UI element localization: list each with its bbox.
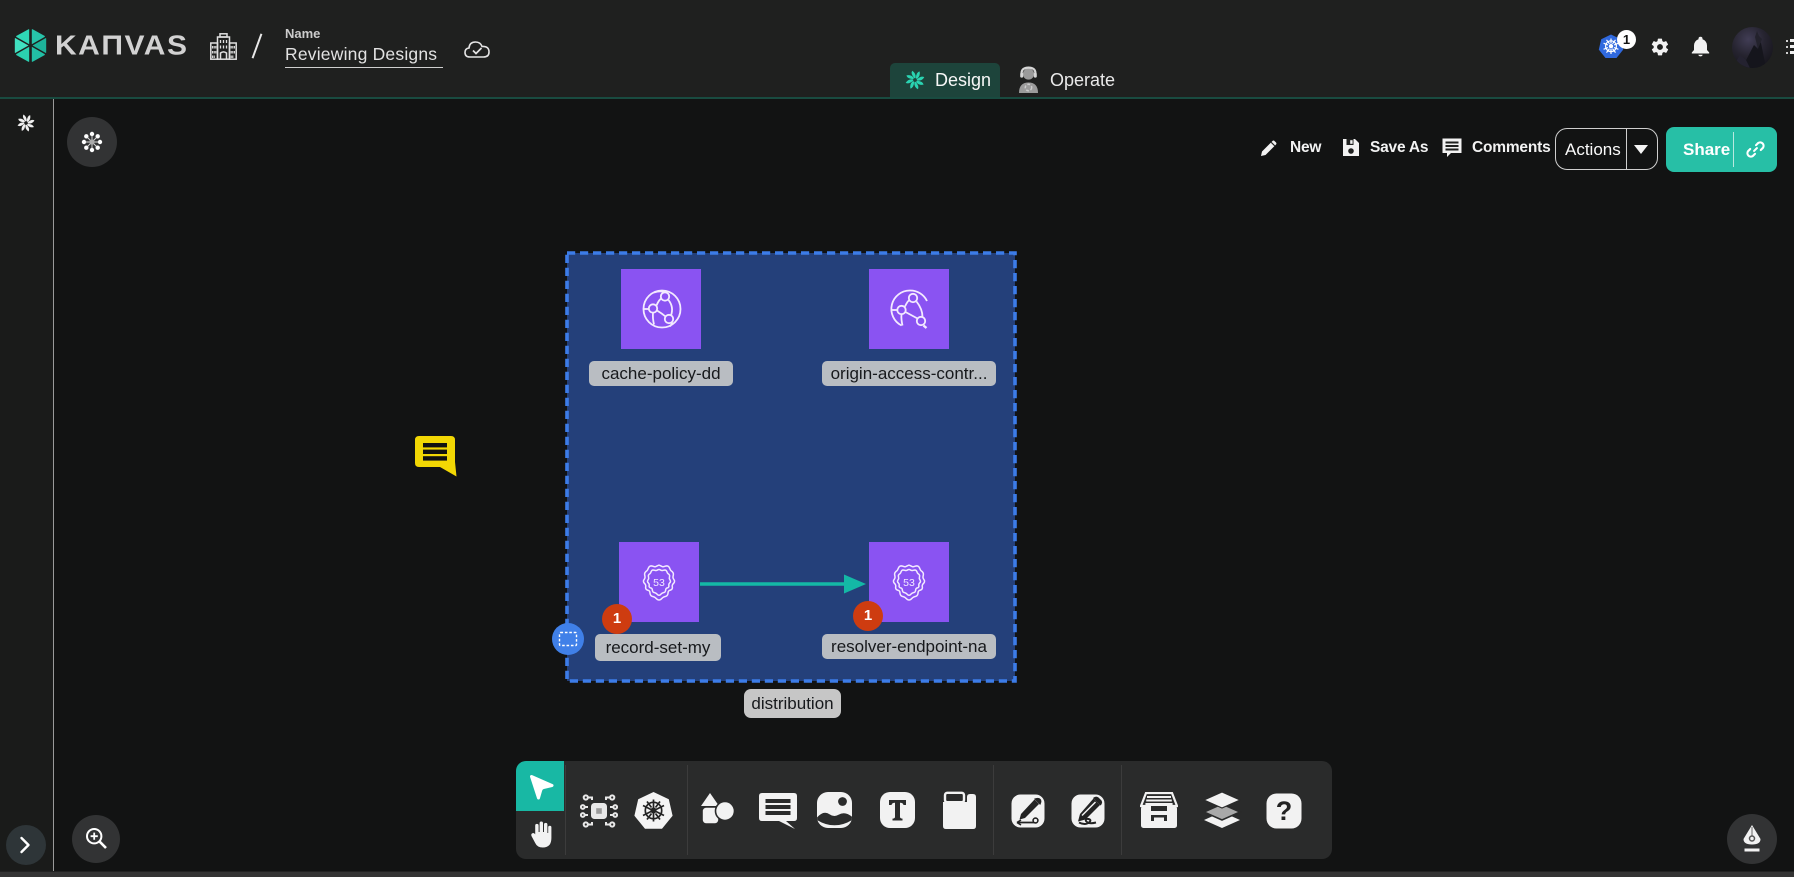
svg-text:53: 53 [903,577,915,589]
svg-text:53: 53 [653,577,665,589]
svg-text:?: ? [1276,796,1293,826]
